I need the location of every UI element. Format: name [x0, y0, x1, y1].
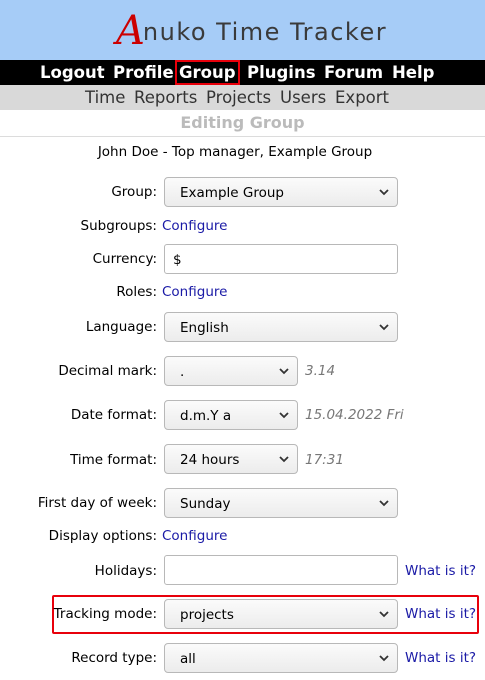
top-nav: Logout Profile Group Plugins Forum Help [0, 60, 485, 85]
app-logo: Anuko Time Tracker [116, 8, 388, 54]
subnav-export[interactable]: Export [335, 87, 389, 108]
language-select[interactable]: English [164, 312, 398, 342]
first-day-label: First day of week: [37, 495, 157, 511]
tracking-mode-help-link[interactable]: What is it? [405, 605, 476, 623]
chevron-down-icon [379, 500, 389, 507]
group-select[interactable]: Example Group [164, 177, 398, 207]
decimal-mark-label: Decimal mark: [58, 363, 157, 379]
currency-label: Currency: [92, 251, 157, 267]
page-title: Editing Group [180, 113, 305, 132]
nav-plugins[interactable]: Plugins [247, 62, 316, 83]
chevron-down-icon [279, 368, 289, 375]
date-format-example: 15.04.2022 Fri [305, 407, 404, 423]
time-format-label: Time format: [70, 452, 157, 468]
decimal-mark-select[interactable]: . [164, 356, 298, 386]
chevron-down-icon [279, 412, 289, 419]
nav-group[interactable]: Group [175, 60, 240, 85]
record-type-help-link[interactable]: What is it? [405, 649, 476, 667]
holidays-label: Holidays: [94, 563, 157, 579]
nav-help[interactable]: Help [392, 62, 434, 83]
decimal-mark-example: 3.14 [305, 363, 336, 379]
nav-profile[interactable]: Profile [113, 62, 174, 83]
header-banner: Anuko Time Tracker [0, 0, 485, 60]
currency-input[interactable]: $ [164, 244, 398, 274]
holidays-help-link[interactable]: What is it? [405, 562, 476, 580]
record-type-select[interactable]: all [164, 643, 398, 673]
record-type-label: Record type: [71, 650, 157, 666]
roles-label: Roles: [116, 284, 157, 300]
subgroups-label: Subgroups: [80, 218, 158, 234]
tracking-mode-label: Tracking mode: [53, 606, 157, 622]
subnav-time[interactable]: Time [85, 87, 125, 108]
display-options-label: Display options: [48, 528, 157, 544]
date-format-select[interactable]: d.m.Y a [164, 400, 298, 430]
chevron-down-icon [379, 655, 389, 662]
chevron-down-icon [279, 456, 289, 463]
date-format-label: Date format: [70, 407, 157, 423]
user-info: John Doe - Top manager, Example Group [97, 144, 373, 160]
subgroups-configure-link[interactable]: Configure [162, 217, 227, 235]
time-format-example: 17:31 [305, 452, 344, 468]
nav-forum[interactable]: Forum [324, 62, 383, 83]
title-divider [0, 136, 485, 137]
display-options-configure-link[interactable]: Configure [162, 527, 227, 545]
chevron-down-icon [379, 189, 389, 196]
group-label: Group: [111, 184, 157, 200]
subnav-projects[interactable]: Projects [206, 87, 271, 108]
holidays-input[interactable] [164, 555, 398, 585]
chevron-down-icon [379, 324, 389, 331]
subnav-reports[interactable]: Reports [134, 87, 197, 108]
nav-logout[interactable]: Logout [40, 62, 105, 83]
chevron-down-icon [379, 611, 389, 618]
sub-nav: Time Reports Projects Users Export [0, 85, 485, 110]
first-day-select[interactable]: Sunday [164, 488, 398, 518]
roles-configure-link[interactable]: Configure [162, 283, 227, 301]
language-label: Language: [85, 319, 157, 335]
tracking-mode-select[interactable]: projects [164, 599, 398, 629]
subnav-users[interactable]: Users [280, 87, 326, 108]
time-format-select[interactable]: 24 hours [164, 444, 298, 474]
